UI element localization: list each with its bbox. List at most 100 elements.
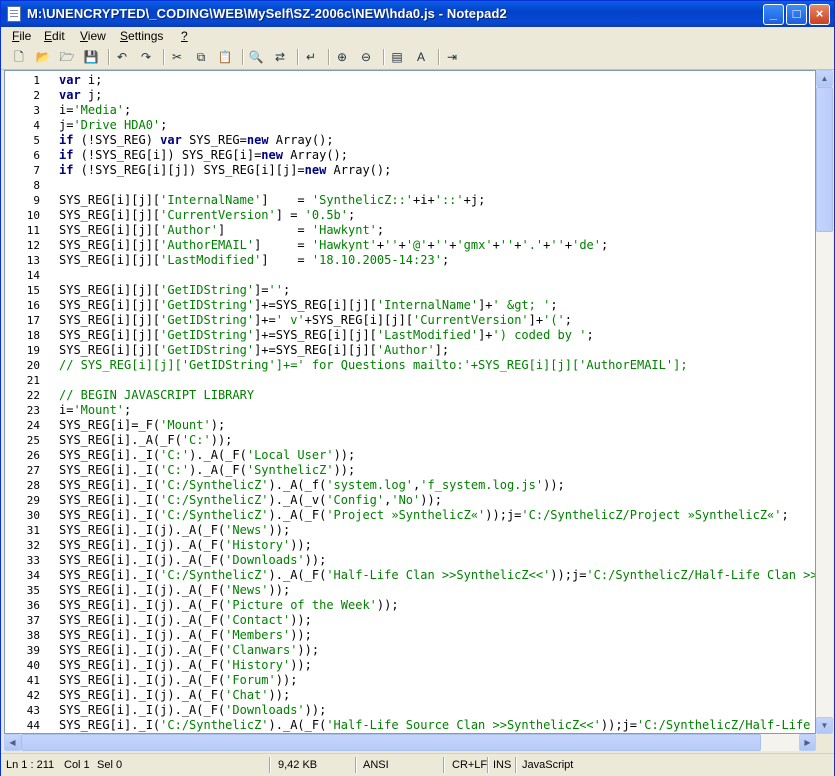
code-line[interactable]: SYS_REG[i]._I(j)._A(_F('News'));: [59, 583, 290, 598]
code-line[interactable]: SYS_REG[i]._I('C:/SynthelicZ')._A(_v('Co…: [59, 493, 442, 508]
code-editor[interactable]: 1 2 3 4 5 6 7 8 9 10 11 12 13 14 15 16 17 18 19 20 21 22 23 24 2…: [4, 70, 816, 734]
new-file-icon[interactable]: 🗋: [10, 48, 28, 66]
save-icon[interactable]: 💾: [82, 48, 100, 66]
code-line[interactable]: SYS_REG[i][j]['GetIDString']+=' v'+SYS_R…: [59, 313, 572, 328]
code-line[interactable]: SYS_REG[i]._I(j)._A(_F('History'));: [59, 658, 312, 673]
redo-icon[interactable]: ↷: [137, 48, 155, 66]
minimize-button[interactable]: _: [763, 4, 784, 25]
status-line-endings[interactable]: CR+LF: [452, 757, 487, 773]
menu-help[interactable]: ?: [181, 27, 188, 45]
code-line[interactable]: SYS_REG[i]._I(j)._A(_F('Downloads'));: [59, 553, 326, 568]
menu-file[interactable]: File: [12, 27, 31, 45]
string-token: 'LastModified': [160, 253, 262, 267]
keyword-token: new: [261, 148, 283, 162]
line-number: 10: [26, 209, 40, 222]
text-token: ;: [441, 253, 450, 267]
horizontal-scroll-thumb[interactable]: [21, 734, 761, 751]
menu-view[interactable]: View: [80, 27, 106, 45]
scroll-left-button[interactable]: ◀: [4, 734, 21, 751]
title-bar[interactable]: M:\UNENCRYPTED\_CODING\WEB\MySelf\SZ-200…: [1, 1, 834, 27]
text-token: ));: [420, 493, 442, 507]
cut-icon[interactable]: ✂: [168, 48, 186, 66]
zoom-out-icon[interactable]: ⊖: [357, 48, 375, 66]
menu-edit[interactable]: Edit: [44, 27, 65, 45]
replace-icon[interactable]: ⇄: [271, 48, 289, 66]
scroll-right-button[interactable]: ▶: [799, 734, 816, 751]
code-line[interactable]: SYS_REG[i]._I(j)._A(_F('Members'));: [59, 628, 312, 643]
vertical-scrollbar[interactable]: ▲ ▼: [816, 70, 833, 734]
code-line[interactable]: if (!SYS_REG) var SYS_REG=new Array();: [59, 133, 334, 148]
scroll-down-button[interactable]: ▼: [816, 717, 833, 734]
code-line[interactable]: i='Mount';: [59, 403, 131, 418]
code-line[interactable]: SYS_REG[i][j]['AuthorEMAIL'] = 'Hawkynt'…: [59, 238, 608, 253]
string-token: 'LastModified': [376, 328, 479, 342]
status-lexer[interactable]: JavaScript: [522, 757, 573, 773]
vertical-scroll-thumb[interactable]: [816, 87, 833, 232]
scroll-up-button[interactable]: ▲: [816, 70, 833, 87]
code-line[interactable]: // SYS_REG[i][j]['GetIDString']+=' for Q…: [59, 358, 688, 373]
code-line[interactable]: SYS_REG[i]._I('C:/SynthelicZ')._A(_f('sy…: [59, 478, 565, 493]
size-grip[interactable]: [816, 734, 833, 751]
code-line[interactable]: SYS_REG[i]._I(j)._A(_F('Contact'));: [59, 613, 312, 628]
text-token: SYS_REG[i]._A(_F(: [59, 433, 182, 447]
code-line[interactable]: SYS_REG[i]._I('C:/SynthelicZ')._A(_F('Pr…: [59, 508, 789, 523]
code-line[interactable]: j='Drive HDA0';: [59, 118, 167, 133]
line-number: 39: [26, 644, 40, 657]
code-line[interactable]: SYS_REG[i]._I(j)._A(_F('News'));: [59, 523, 290, 538]
line-number: 26: [26, 449, 40, 462]
line-number: 20: [26, 359, 40, 372]
code-text-area[interactable]: var i; var j; i='Media'; j='Drive HDA0'; if …: [59, 71, 815, 733]
code-line[interactable]: if (!SYS_REG[i][j]) SYS_REG[i][j]=new Ar…: [59, 163, 391, 178]
code-line[interactable]: SYS_REG[i]._I('C:')._A(_F('Local User'))…: [59, 448, 355, 463]
word-wrap-icon[interactable]: ↵: [302, 48, 320, 66]
horizontal-scrollbar[interactable]: ◀ ▶: [4, 734, 816, 751]
code-line[interactable]: var i;: [59, 73, 102, 88]
browse-icon[interactable]: 🗁: [58, 48, 76, 66]
menu-settings[interactable]: Settings: [120, 27, 163, 45]
copy-icon[interactable]: ⧉: [192, 48, 210, 66]
code-line[interactable]: SYS_REG[i][j]['GetIDString']+=SYS_REG[i]…: [59, 328, 594, 343]
code-line[interactable]: var j;: [59, 88, 102, 103]
code-line[interactable]: SYS_REG[i][j]['InternalName'] = 'Synthel…: [59, 193, 485, 208]
code-line[interactable]: SYS_REG[i][j]['CurrentVersion'] = '0.5b'…: [59, 208, 355, 223]
code-line[interactable]: SYS_REG[i]=_F('Mount');: [59, 418, 225, 433]
code-line[interactable]: SYS_REG[i]._I(j)._A(_F('Clanwars'));: [59, 643, 319, 658]
code-line[interactable]: i='Media';: [59, 103, 131, 118]
code-line[interactable]: SYS_REG[i][j]['LastModified'] = '18.10.2…: [59, 253, 449, 268]
code-line[interactable]: SYS_REG[i][j]['GetIDString']+=SYS_REG[i]…: [59, 298, 558, 313]
exit-icon[interactable]: ⇥: [443, 48, 461, 66]
string-token: 'News': [225, 583, 269, 597]
status-insert-mode[interactable]: INS: [493, 757, 511, 773]
undo-icon[interactable]: ↶: [113, 48, 131, 66]
text-token: SYS_REG[i]=_F(: [59, 418, 161, 432]
font-icon[interactable]: A: [412, 48, 430, 66]
text-token: ;: [124, 103, 132, 117]
close-button[interactable]: ×: [809, 4, 830, 25]
string-token: 'C:/SynthelicZ': [160, 568, 269, 582]
open-folder-icon[interactable]: 📂: [34, 48, 52, 66]
code-line[interactable]: SYS_REG[i]._I('C:/SynthelicZ')._A(_F('Ha…: [59, 718, 815, 733]
find-icon[interactable]: 🔍: [247, 48, 265, 66]
code-line[interactable]: SYS_REG[i]._I(j)._A(_F('Picture of the W…: [59, 598, 399, 613]
code-line[interactable]: if (!SYS_REG[i]) SYS_REG[i]=new Array();: [59, 148, 348, 163]
text-token: ));: [543, 478, 565, 492]
zoom-in-icon[interactable]: ⊕: [333, 48, 351, 66]
maximize-button[interactable]: □: [786, 4, 807, 25]
code-line[interactable]: SYS_REG[i][j]['GetIDString']+=SYS_REG[i]…: [59, 343, 449, 358]
code-line[interactable]: SYS_REG[i]._I(j)._A(_F('Forum'));: [59, 673, 297, 688]
status-encoding[interactable]: ANSI: [363, 757, 389, 773]
scheme-icon[interactable]: ▤: [388, 48, 406, 66]
code-line[interactable]: SYS_REG[i]._I(j)._A(_F('Downloads'));: [59, 703, 326, 718]
code-line[interactable]: SYS_REG[i]._A(_F('C:'));: [59, 433, 232, 448]
code-line[interactable]: SYS_REG[i]._I(j)._A(_F('Chat'));: [59, 688, 290, 703]
text-token: ] =: [261, 253, 312, 267]
code-line[interactable]: SYS_REG[i]._I('C:')._A(_F('SynthelicZ'))…: [59, 463, 355, 478]
code-line[interactable]: // BEGIN JAVASCRIPT LIBRARY: [59, 388, 254, 403]
paste-icon[interactable]: 📋: [216, 48, 234, 66]
notepad-app-icon[interactable]: [7, 6, 21, 22]
code-line[interactable]: SYS_REG[i][j]['Author'] = 'Hawkynt';: [59, 223, 384, 238]
code-line[interactable]: SYS_REG[i]._I(j)._A(_F('History'));: [59, 538, 312, 553]
code-line[interactable]: SYS_REG[i]._I('C:/SynthelicZ')._A(_F('Ha…: [59, 568, 815, 583]
code-line[interactable]: SYS_REG[i][j]['GetIDString']='';: [59, 283, 290, 298]
string-token: 'Mount': [73, 403, 125, 417]
